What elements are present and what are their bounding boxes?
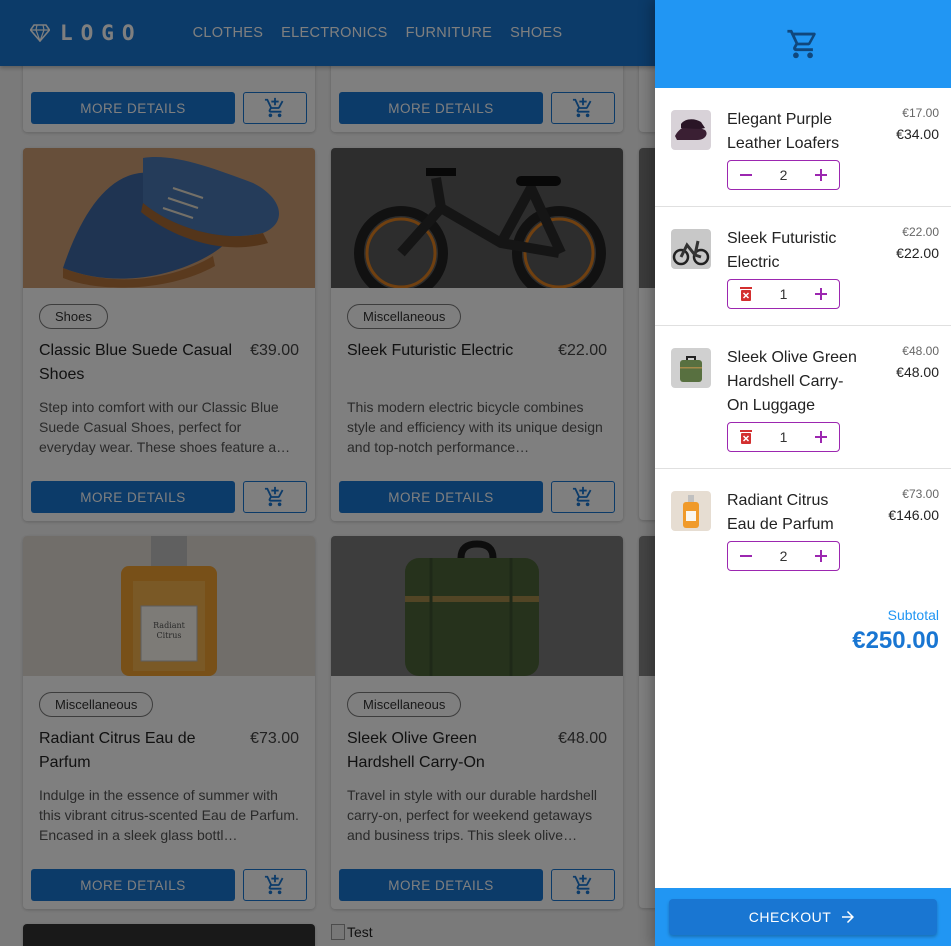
- cart-item-thumbnail: [671, 229, 711, 269]
- quantity-value: 1: [779, 429, 788, 445]
- increase-quantity-button[interactable]: [813, 429, 829, 445]
- remove-item-button[interactable]: [738, 429, 754, 445]
- increase-quantity-button[interactable]: [813, 548, 829, 564]
- cart-items: Elegant Purple Leather Loafers €17.00 €3…: [655, 88, 951, 571]
- plus-icon: [814, 431, 827, 443]
- cart-drawer: Elegant Purple Leather Loafers €17.00 €3…: [655, 0, 951, 946]
- cart-item-thumbnail: [671, 491, 711, 531]
- cart-item: Radiant Citrus Eau de Parfum €73.00 €146…: [655, 469, 951, 571]
- cart-item-unit-price: €73.00: [902, 487, 939, 501]
- remove-item-button[interactable]: [738, 286, 754, 302]
- shopping-cart-icon: [787, 29, 816, 59]
- cart-item-unit-price: €17.00: [902, 106, 939, 120]
- cart-item-total: €146.00: [888, 507, 939, 523]
- cart-item-total: €34.00: [896, 126, 939, 142]
- plus-icon: [814, 169, 827, 181]
- quantity-stepper: 1: [727, 422, 840, 452]
- cart-item-name: Radiant Citrus Eau de Parfum: [727, 492, 834, 533]
- minus-icon: [740, 174, 752, 176]
- delete-icon: [740, 287, 752, 301]
- cart-item-name: Sleek Olive Green Hardshell Carry-On Lug…: [727, 349, 857, 414]
- increase-quantity-button[interactable]: [813, 286, 829, 302]
- cart-header: [655, 0, 951, 88]
- cart-item-name: Sleek Futuristic Electric: [727, 230, 837, 271]
- cart-item-name: Elegant Purple Leather Loafers: [727, 111, 840, 152]
- plus-icon: [814, 288, 827, 300]
- cart-item-total: €48.00: [896, 364, 939, 380]
- cart-item-thumbnail: [671, 348, 711, 388]
- decrease-quantity-button[interactable]: [738, 167, 754, 183]
- cart-item-unit-price: €22.00: [902, 225, 939, 239]
- plus-icon: [814, 550, 827, 562]
- quantity-value: 2: [779, 548, 788, 564]
- cart-item: Elegant Purple Leather Loafers €17.00 €3…: [655, 88, 951, 207]
- quantity-value: 2: [779, 167, 788, 183]
- quantity-stepper: 1: [727, 279, 840, 309]
- checkout-button[interactable]: CHECKOUT: [669, 899, 937, 935]
- cart-item: Sleek Olive Green Hardshell Carry-On Lug…: [655, 326, 951, 469]
- delete-icon: [740, 430, 752, 444]
- subtotal-label: Subtotal: [887, 607, 939, 623]
- subtotal-value: €250.00: [852, 627, 939, 654]
- cart-footer: CHECKOUT: [655, 888, 951, 946]
- cart-item-unit-price: €48.00: [902, 344, 939, 358]
- cart-item-thumbnail: [671, 110, 711, 150]
- quantity-stepper: 2: [727, 541, 840, 571]
- quantity-value: 1: [779, 286, 788, 302]
- checkout-label: CHECKOUT: [748, 909, 832, 925]
- cart-subtotal: Subtotal €250.00: [655, 587, 951, 655]
- quantity-stepper: 2: [727, 160, 840, 190]
- cart-item-total: €22.00: [896, 245, 939, 261]
- cart-item: Sleek Futuristic Electric €22.00 €22.00 …: [655, 207, 951, 326]
- arrow-right-icon: [842, 911, 855, 923]
- increase-quantity-button[interactable]: [813, 167, 829, 183]
- decrease-quantity-button[interactable]: [738, 548, 754, 564]
- minus-icon: [740, 555, 752, 557]
